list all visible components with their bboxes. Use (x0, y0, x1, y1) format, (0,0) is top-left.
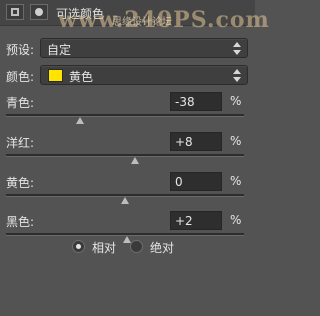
yellow-slider-thumb[interactable] (121, 197, 129, 204)
magenta-slider-track[interactable] (6, 154, 244, 157)
cyan-slider-thumb[interactable] (75, 117, 84, 124)
magenta-slider-thumb[interactable] (130, 157, 139, 164)
cyan-label: 青色: (6, 96, 35, 110)
colors-label: 颜色: (6, 70, 35, 84)
preset-select[interactable]: 自定 (40, 38, 248, 58)
magenta-label: 洋红: (6, 136, 35, 150)
cyan-value-input[interactable]: -38 (170, 92, 222, 111)
radio-relative-label[interactable]: 相对 (92, 239, 116, 256)
yellow-label: 黄色: (6, 176, 35, 190)
cyan-percent-unit: % (230, 94, 242, 108)
method-radio-group: 相对 绝对 (0, 238, 255, 256)
colors-select[interactable]: 黄色 (40, 65, 248, 85)
black-percent-unit: % (230, 213, 242, 227)
black-label: 黑色: (6, 215, 35, 229)
radio-absolute-label[interactable]: 绝对 (150, 239, 174, 256)
yellow-percent-unit: % (230, 174, 242, 188)
magenta-value-input[interactable]: +8 (170, 132, 222, 151)
layer-mask-icon[interactable] (30, 4, 48, 20)
yellow-value-input[interactable]: 0 (170, 172, 222, 191)
color-swatch (48, 69, 63, 82)
cyan-slider-track[interactable] (6, 114, 244, 117)
panel-titlebar: 可选颜色 www.240PS.com 思缘设计论坛 (0, 0, 269, 33)
radio-relative[interactable] (72, 240, 85, 253)
preset-label: 预设: (6, 43, 35, 57)
chevron-updown-icon (233, 69, 241, 82)
colors-value: 黄色 (69, 70, 94, 84)
preset-value: 自定 (47, 43, 72, 57)
chevron-updown-icon (233, 42, 241, 55)
black-value-input[interactable]: +2 (170, 211, 222, 230)
watermark-subtitle: 思缘设计论坛 (112, 17, 172, 28)
adjustment-layer-icon[interactable] (6, 4, 24, 20)
radio-absolute[interactable] (130, 240, 143, 253)
magenta-percent-unit: % (230, 134, 242, 148)
